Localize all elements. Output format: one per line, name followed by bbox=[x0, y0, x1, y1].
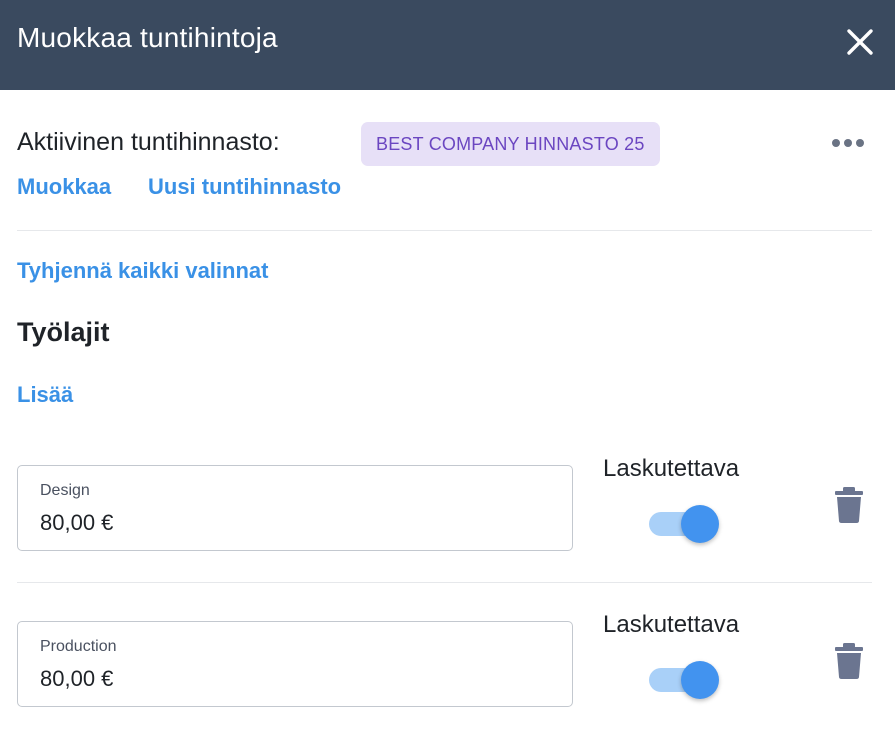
toggle-thumb bbox=[681, 505, 719, 543]
billable-toggle[interactable] bbox=[649, 660, 721, 700]
close-icon bbox=[847, 29, 873, 55]
more-horizontal-icon bbox=[832, 139, 840, 147]
new-price-list-link[interactable]: Uusi tuntihinnasto bbox=[148, 174, 341, 200]
edit-price-list-link[interactable]: Muokkaa bbox=[17, 174, 111, 200]
add-work-type-link[interactable]: Lisää bbox=[17, 382, 73, 408]
dialog-title: Muokkaa tuntihintoja bbox=[17, 22, 278, 53]
dialog-header: Muokkaa tuntihintoja bbox=[0, 0, 895, 90]
billable-label: Laskutettava bbox=[603, 611, 740, 638]
delete-work-type-button[interactable] bbox=[832, 641, 866, 681]
more-options-button[interactable] bbox=[826, 128, 870, 158]
work-types-title: Työlajit bbox=[17, 317, 110, 347]
more-horizontal-icon bbox=[856, 139, 864, 147]
trash-icon bbox=[835, 487, 863, 523]
work-type-rate-field[interactable]: Production 80,00 € bbox=[17, 621, 573, 707]
divider bbox=[17, 230, 872, 231]
work-type-rate-value[interactable]: 80,00 € bbox=[40, 510, 113, 536]
delete-work-type-button[interactable] bbox=[832, 485, 866, 525]
trash-icon bbox=[835, 643, 863, 679]
more-horizontal-icon bbox=[844, 139, 852, 147]
billable-label: Laskutettava bbox=[603, 455, 740, 482]
clear-all-selections-link[interactable]: Tyhjennä kaikki valinnat bbox=[17, 258, 268, 284]
work-type-rate-field[interactable]: Design 80,00 € bbox=[17, 465, 573, 551]
work-type-rate-value[interactable]: 80,00 € bbox=[40, 666, 113, 692]
active-price-list-badge: BEST COMPANY HINNASTO 25 bbox=[361, 122, 660, 166]
divider bbox=[17, 582, 872, 583]
toggle-thumb bbox=[681, 661, 719, 699]
active-price-list-label: Aktiivinen tuntihinnasto: bbox=[17, 128, 280, 156]
close-button[interactable] bbox=[840, 22, 880, 62]
billable-toggle[interactable] bbox=[649, 504, 721, 544]
work-type-name: Design bbox=[40, 482, 90, 499]
work-type-name: Production bbox=[40, 638, 117, 655]
